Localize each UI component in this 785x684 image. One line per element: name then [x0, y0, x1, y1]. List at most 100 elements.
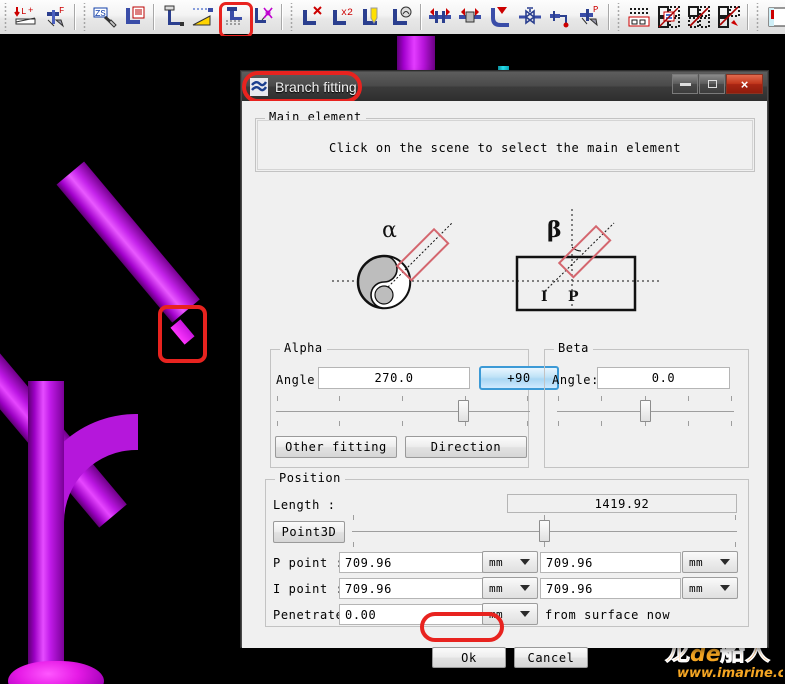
- toolbar-separator: [747, 4, 749, 30]
- branch-fitting-icon[interactable]: [218, 2, 253, 38]
- pipe-slope-icon[interactable]: [188, 2, 218, 32]
- length-slider[interactable]: [352, 515, 737, 547]
- valve-bend-icon[interactable]: [485, 2, 515, 32]
- watermark-url-text: www.imarine.cn: [677, 666, 783, 681]
- beta-slider[interactable]: [557, 396, 734, 426]
- point3d-button[interactable]: Point3D: [273, 521, 345, 543]
- pipe-split-icon[interactable]: [248, 2, 278, 32]
- alpha-tick: [277, 421, 278, 426]
- pipe-diagonal-upper: [56, 161, 200, 323]
- p-point-label: P point :: [273, 556, 344, 570]
- maximize-button[interactable]: [699, 74, 725, 94]
- chevron-down-icon: [520, 585, 530, 591]
- p-point-input-2[interactable]: 709.96: [540, 552, 681, 573]
- svg-text:P: P: [593, 5, 598, 15]
- instrument-tap-icon[interactable]: [545, 2, 575, 32]
- alpha-tick: [402, 421, 403, 426]
- pipe-vertical-main: [28, 381, 64, 671]
- minimize-button[interactable]: [672, 74, 698, 94]
- beta-angle-input[interactable]: 0.0: [597, 367, 730, 389]
- i-point-label: I point :: [273, 582, 344, 596]
- alpha-angle-input[interactable]: 270.0: [318, 367, 470, 389]
- direction-button[interactable]: Direction: [405, 436, 527, 458]
- i-point-input-1[interactable]: 709.96: [339, 578, 483, 599]
- flange-gasket-icon[interactable]: [455, 2, 485, 32]
- beta-tick: [688, 421, 689, 426]
- beta-tick: [731, 421, 732, 426]
- grid-block-icon[interactable]: [624, 2, 654, 32]
- length-value: 1419.92: [507, 494, 737, 513]
- toolbar-grip[interactable]: [754, 3, 761, 31]
- chevron-down-icon: [520, 611, 530, 617]
- pipe-split-x2-icon[interactable]: x2: [327, 2, 357, 32]
- penetrate-unit-select[interactable]: mm: [482, 603, 538, 625]
- toolbar-grip[interactable]: [288, 3, 295, 31]
- toolbar-separator: [153, 4, 155, 30]
- main-element-hint: Click on the scene to select the main el…: [328, 141, 682, 155]
- alpha-slider[interactable]: [276, 396, 530, 426]
- i-point-input-2[interactable]: 709.96: [540, 578, 681, 599]
- length-label: Length :: [273, 498, 336, 512]
- cancel-button[interactable]: Cancel: [514, 647, 588, 668]
- i-point-unit-value-2: mm: [689, 581, 704, 595]
- svg-text:L: L: [21, 7, 26, 17]
- penetrate-note: from surface now: [545, 608, 671, 622]
- toolbar-separator: [608, 4, 610, 30]
- alpha-slider-thumb[interactable]: [458, 400, 470, 422]
- svg-text:+: +: [28, 6, 33, 16]
- toolbar-grip[interactable]: [615, 3, 622, 31]
- pipe-end-add-icon[interactable]: L +: [11, 2, 41, 32]
- penetration-p-icon[interactable]: P: [575, 2, 605, 32]
- beta-angle-label: Angle:: [552, 373, 599, 387]
- grid-block-edit-icon[interactable]: [654, 2, 684, 32]
- dialog-body: Main element Click on the scene to selec…: [242, 101, 767, 668]
- pipe-delete-x-icon[interactable]: [297, 2, 327, 32]
- flange-pair-icon[interactable]: [425, 2, 455, 32]
- pipe-iso-zs-icon[interactable]: ZS: [90, 2, 120, 32]
- length-tick: [544, 542, 545, 547]
- beta-slider-thumb[interactable]: [640, 400, 651, 422]
- grid-block-move-icon[interactable]: [684, 2, 714, 32]
- svg-text:F: F: [59, 6, 64, 16]
- p-point-unit-select-1[interactable]: mm: [482, 551, 538, 573]
- alpha-tick: [277, 396, 278, 401]
- beta-tick: [731, 396, 732, 401]
- p-point-input-1[interactable]: 709.96: [339, 552, 483, 573]
- svg-text:ZS: ZS: [95, 9, 106, 19]
- length-slider-thumb[interactable]: [539, 520, 550, 542]
- alpha-tick: [402, 396, 403, 401]
- diagram-i-label: I: [541, 289, 548, 305]
- ok-button[interactable]: Ok: [432, 647, 506, 668]
- chevron-down-icon: [720, 585, 730, 591]
- main-toolbar: L + F ZS x2 P: [0, 0, 785, 38]
- pipe-copy-icon[interactable]: [387, 2, 417, 32]
- beta-group-label: Beta: [554, 341, 593, 355]
- selected-branch-point-marker: [158, 305, 207, 363]
- beta-tick: [688, 396, 689, 401]
- i-point-unit-select-2[interactable]: mm: [682, 577, 738, 599]
- toolbar-grip[interactable]: [81, 3, 88, 31]
- other-fitting-button[interactable]: Other fitting: [275, 436, 397, 458]
- toolbar-grip[interactable]: [2, 3, 9, 31]
- alpha-tick: [339, 396, 340, 401]
- penetrate-input[interactable]: 0.00: [339, 604, 483, 625]
- pipe-node-icon[interactable]: [158, 2, 188, 32]
- toolbar-separator: [281, 4, 283, 30]
- valve-inline-icon[interactable]: [515, 2, 545, 32]
- pipe-spool-list-icon[interactable]: [120, 2, 150, 32]
- beta-tick: [601, 396, 602, 401]
- beta-symbol: β: [547, 217, 562, 243]
- window-controls: ×: [672, 74, 763, 94]
- pipe-fill-icon[interactable]: [357, 2, 387, 32]
- svg-text:x2: x2: [341, 8, 353, 19]
- flange-bottom: [8, 661, 104, 684]
- grid-block-delete-icon[interactable]: [714, 2, 744, 32]
- chevron-down-icon: [720, 559, 730, 565]
- i-point-unit-select-1[interactable]: mm: [482, 577, 538, 599]
- beta-tick: [601, 421, 602, 426]
- dialog-titlebar[interactable]: Branch fitting ×: [242, 71, 767, 103]
- close-button[interactable]: ×: [726, 74, 763, 94]
- p-point-unit-select-2[interactable]: mm: [682, 551, 738, 573]
- pipe-fitting-f-icon[interactable]: F: [41, 2, 71, 32]
- color-panel-icon[interactable]: [763, 2, 785, 32]
